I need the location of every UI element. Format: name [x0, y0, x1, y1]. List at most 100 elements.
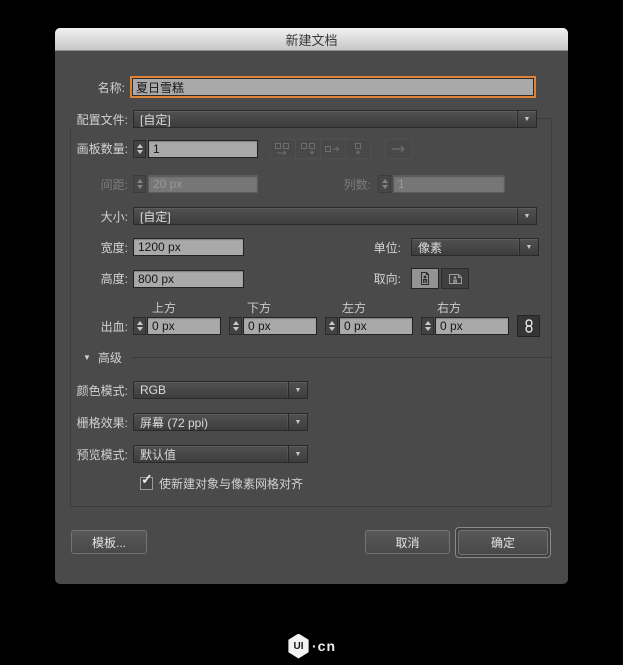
screen: { "window": { "title": "新建文档" }, "dialog… [0, 0, 623, 665]
bleed-top-input[interactable] [147, 317, 221, 335]
preview-mode-dropdown[interactable]: 默认值 ▼ [133, 445, 308, 463]
template-button[interactable]: 模板... [71, 530, 147, 554]
artboard-count-row: 画板数量: [55, 138, 568, 159]
spacing-row: 间距: 列数: [55, 175, 568, 193]
artboard-layout-group [270, 139, 371, 159]
advanced-section-header[interactable]: ▼ 高级 [55, 350, 568, 364]
stepper-down-icon[interactable] [233, 327, 239, 331]
check-icon: ✓ [141, 471, 153, 488]
unit-dropdown[interactable]: 像素 ▼ [411, 238, 539, 256]
artboard-count-input[interactable] [148, 140, 258, 158]
landscape-page-icon [448, 272, 463, 286]
bleed-right-label: 右方 [437, 299, 461, 316]
stepper-up-icon[interactable] [329, 321, 335, 325]
columns-input [393, 175, 505, 193]
profile-dropdown[interactable]: [自定] ▼ [133, 110, 537, 128]
chevron-down-icon: ▼ [288, 414, 307, 430]
color-mode-dropdown-value: RGB [134, 383, 288, 397]
spacing-input [148, 175, 258, 193]
bleed-label: 出血: [55, 318, 133, 335]
cancel-button[interactable]: 取消 [365, 530, 450, 554]
new-document-dialog: 新建文档 名称: 配置文件: [自定] ▼ 画板数量: [55, 28, 568, 584]
stepper-up-icon[interactable] [137, 321, 143, 325]
flow-direction-button[interactable] [385, 139, 412, 159]
raster-effects-dropdown-value: 屏幕 (72 ppi) [134, 414, 288, 431]
portrait-page-icon [418, 271, 432, 286]
arrange-by-column-icon[interactable] [345, 139, 371, 159]
grid-by-row-icon[interactable] [270, 139, 296, 159]
bleed-bottom-label: 下方 [247, 299, 271, 316]
dialog-titlebar[interactable]: 新建文档 [55, 28, 568, 51]
bleed-left-stepper[interactable] [325, 317, 338, 335]
bleed-bottom-input[interactable] [243, 317, 317, 335]
ui-cn-hexagon-text: UI [294, 641, 304, 652]
size-dropdown-value: [自定] [134, 208, 517, 225]
bleed-right-stepper[interactable] [421, 317, 434, 335]
arrange-by-row-icon[interactable] [320, 139, 346, 159]
height-row: 高度: 取向: [55, 268, 568, 289]
size-row: 大小: [自定] ▼ [55, 207, 568, 225]
height-input[interactable] [133, 270, 244, 288]
chevron-down-icon: ▼ [288, 382, 307, 398]
ok-button[interactable]: 确定 [458, 530, 548, 555]
preview-mode-row: 预览模式: 默认值 ▼ [55, 445, 568, 463]
stepper-up-icon[interactable] [425, 321, 431, 325]
ui-cn-logo: UI ·cn [0, 633, 623, 659]
width-row: 宽度: 单位: 像素 ▼ [55, 238, 568, 256]
align-pixel-grid-label: 使新建对象与像素网格对齐 [159, 475, 303, 492]
bleed-right-input[interactable] [435, 317, 509, 335]
grid-by-column-icon[interactable] [295, 139, 321, 159]
ok-button-focus-ring: 确定 [455, 527, 551, 558]
raster-effects-row: 栅格效果: 屏幕 (72 ppi) ▼ [55, 413, 568, 431]
spacing-stepper [133, 175, 146, 193]
orientation-label: 取向: [373, 270, 405, 287]
triangle-down-icon: ▼ [83, 353, 91, 362]
stepper-up-icon [382, 179, 388, 183]
columns-stepper [378, 175, 391, 193]
bleed-top-stepper[interactable] [133, 317, 146, 335]
bleed-fields-row: 出血: [55, 315, 568, 337]
spacing-label: 间距: [55, 176, 133, 193]
stepper-down-icon[interactable] [137, 327, 143, 331]
height-label: 高度: [55, 270, 133, 287]
bleed-left-input[interactable] [339, 317, 413, 335]
bleed-left-label: 左方 [342, 299, 366, 316]
preview-mode-dropdown-value: 默认值 [134, 446, 288, 463]
bleed-bottom-stepper[interactable] [229, 317, 242, 335]
dialog-title: 新建文档 [285, 30, 337, 49]
stepper-down-icon[interactable] [137, 150, 143, 154]
columns-label: 列数: [343, 176, 375, 193]
stepper-down-icon[interactable] [329, 327, 335, 331]
profile-dropdown-value: [自定] [134, 111, 517, 128]
size-dropdown[interactable]: [自定] ▼ [133, 207, 537, 225]
pixel-grid-row: ✓ 使新建对象与像素网格对齐 [55, 476, 568, 491]
stepper-up-icon[interactable] [137, 144, 143, 148]
bleed-labels-row: 上方 下方 左方 右方 [55, 299, 568, 312]
link-bleed-values-button[interactable] [517, 315, 540, 337]
stepper-down-icon[interactable] [425, 327, 431, 331]
ui-cn-logo-suffix: ·cn [312, 638, 336, 654]
stepper-down-icon [382, 185, 388, 189]
ui-cn-hexagon-icon: UI [287, 634, 310, 659]
stepper-up-icon [137, 179, 143, 183]
orientation-portrait-button[interactable] [411, 268, 439, 289]
orientation-landscape-button[interactable] [441, 268, 469, 289]
align-pixel-grid-checkbox[interactable]: ✓ [140, 477, 153, 490]
name-row: 名称: [55, 75, 568, 99]
stepper-up-icon[interactable] [233, 321, 239, 325]
advanced-divider [131, 357, 552, 358]
chevron-down-icon: ▼ [517, 111, 536, 127]
artboard-count-stepper[interactable] [133, 140, 146, 158]
chevron-down-icon: ▼ [519, 239, 538, 255]
artboard-count-label: 画板数量: [55, 140, 133, 157]
profile-row: 配置文件: [自定] ▼ [55, 110, 568, 128]
color-mode-dropdown[interactable]: RGB ▼ [133, 381, 308, 399]
raster-effects-dropdown[interactable]: 屏幕 (72 ppi) ▼ [133, 413, 308, 431]
chain-link-icon [524, 319, 534, 333]
size-label: 大小: [55, 208, 133, 225]
name-input[interactable] [130, 76, 536, 98]
chevron-down-icon: ▼ [517, 208, 536, 224]
raster-effects-label: 栅格效果: [55, 414, 133, 431]
width-input[interactable] [133, 238, 244, 256]
profile-label: 配置文件: [55, 111, 133, 128]
